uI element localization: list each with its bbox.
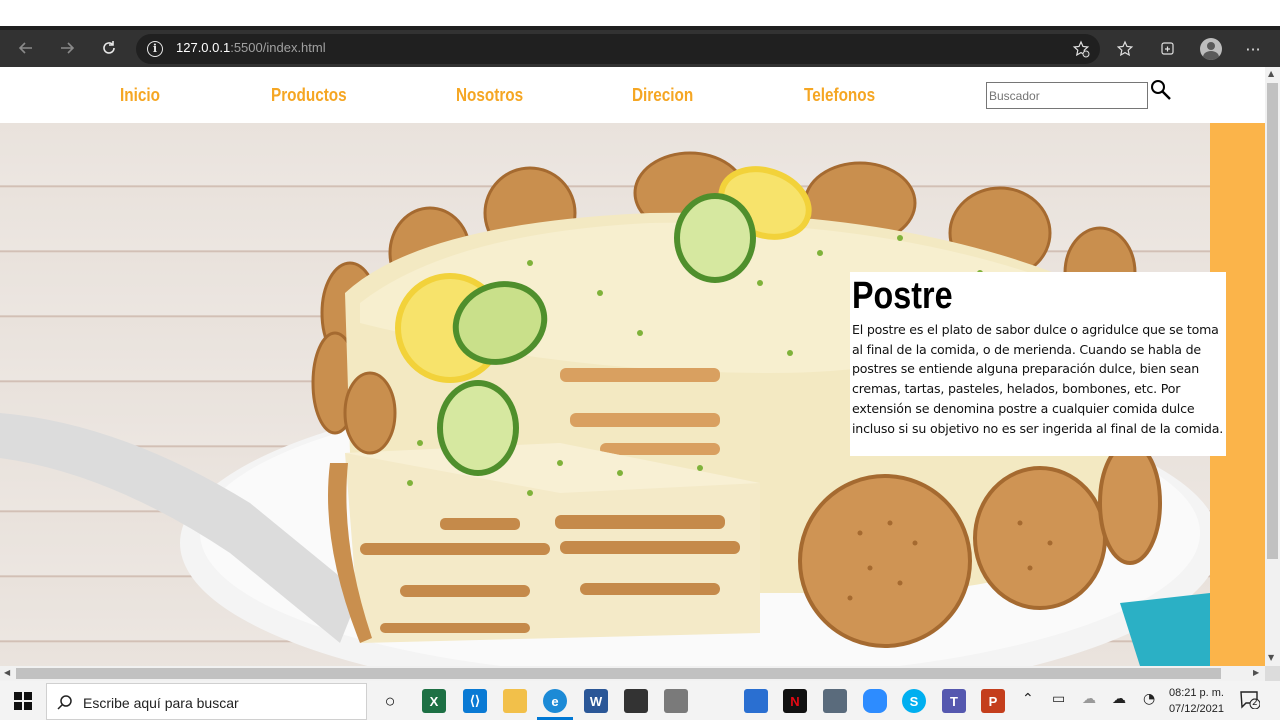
window-top-strip [0,0,1280,26]
url-host: 127.0.0.1 [176,40,231,55]
skype-icon[interactable]: S [902,689,926,713]
notification-count: 2 [1252,698,1258,708]
star-list-icon [1117,40,1134,57]
powerpoint-icon[interactable]: P [981,689,1005,713]
sticky-notes-icon[interactable] [624,689,648,713]
clock-time: 08:21 p. m. [1168,687,1224,699]
refresh-button[interactable] [97,36,121,60]
nav-link-telefonos[interactable]: Telefonos [804,85,875,106]
vscode-icon[interactable]: ⟨⟩ [463,689,487,713]
browser-toolbar: i 127.0.0.1:5500/index.html ··· [0,30,1280,67]
vertical-scrollbar[interactable]: ▲ ▼ [1265,67,1280,666]
taskbar-search[interactable]: Escribe aquí para buscar [46,683,367,720]
tray-onedrive-icon[interactable]: ☁ [1112,691,1126,707]
add-favorite-button[interactable] [1070,38,1092,60]
zoom-icon[interactable] [863,689,887,713]
scroll-left-icon[interactable]: ◀ [4,668,10,677]
profile-avatar[interactable] [1200,38,1222,60]
tray-chevron-up-icon[interactable]: ⌃ [1022,691,1034,707]
task-view-icon[interactable]: ○ [378,689,402,713]
tray-cloud-icon[interactable]: ☁ [1082,691,1096,707]
excel-icon[interactable]: X [422,689,446,713]
clock-date: 07/12/2021 [1168,703,1224,715]
top-menu: Inicio Productos Nosotros Direcion Telef… [0,67,1265,123]
scroll-down-icon[interactable]: ▼ [1268,653,1274,662]
nav-link-productos[interactable]: Productos [271,85,347,106]
nav-link-nosotros[interactable]: Nosotros [456,85,523,106]
article-title: Postre [852,275,953,317]
star-plus-icon [1072,40,1090,58]
forward-button[interactable] [55,36,79,60]
page-viewport: Inicio Productos Nosotros Direcion Telef… [0,67,1265,666]
taskbar-search-placeholder: Escribe aquí para buscar [83,695,239,711]
article-box: Postre El postre es el plato de sabor du… [850,272,1226,456]
vertical-scroll-thumb[interactable] [1267,83,1278,559]
scroll-right-icon[interactable]: ▶ [1253,668,1259,677]
tray-wifi-icon[interactable]: ◔ [1143,691,1155,707]
horizontal-scroll-thumb[interactable] [16,668,1221,679]
tray-device-icon[interactable]: ▭ [1052,691,1065,707]
arrow-left-icon [18,42,32,54]
collections-icon [1161,42,1174,55]
url-path: :5500/index.html [230,40,326,55]
refresh-icon [103,41,115,54]
edge-icon[interactable]: e [537,689,573,720]
scrollbar-corner [1265,666,1280,681]
scroll-up-icon[interactable]: ▲ [1268,69,1274,78]
favorites-button[interactable] [1115,38,1137,60]
calculator-icon[interactable] [823,689,847,713]
teams-icon[interactable]: T [942,689,966,713]
nav-link-inicio[interactable]: Inicio [120,85,160,106]
device-app-icon[interactable] [664,689,688,713]
collections-button[interactable] [1157,38,1179,60]
more-menu-button[interactable]: ··· [1242,38,1264,60]
search-icon [57,695,72,710]
article-body: El postre es el plato de sabor dulce o a… [852,322,1224,436]
search-icon[interactable] [1150,79,1172,101]
windows-start-icon[interactable] [14,692,32,710]
file-explorer-icon[interactable] [503,689,527,713]
taskbar-clock[interactable]: 08:21 p. m. 07/12/2021 [1168,685,1224,717]
back-button[interactable] [14,36,38,60]
nav-link-direcion[interactable]: Direcion [632,85,693,106]
horizontal-scrollbar[interactable]: ◀ ▶ [0,666,1265,681]
url-text[interactable]: 127.0.0.1:5500/index.html [176,40,326,55]
store-icon[interactable] [744,689,768,713]
search-input[interactable] [986,82,1148,109]
info-icon[interactable]: i [147,41,163,57]
arrow-right-icon [61,42,75,54]
taskbar: Escribe aquí para buscar ○ X ⟨⟩ e W N S … [0,681,1280,720]
word-icon[interactable]: W [584,689,608,713]
netflix-icon[interactable]: N [783,689,807,713]
